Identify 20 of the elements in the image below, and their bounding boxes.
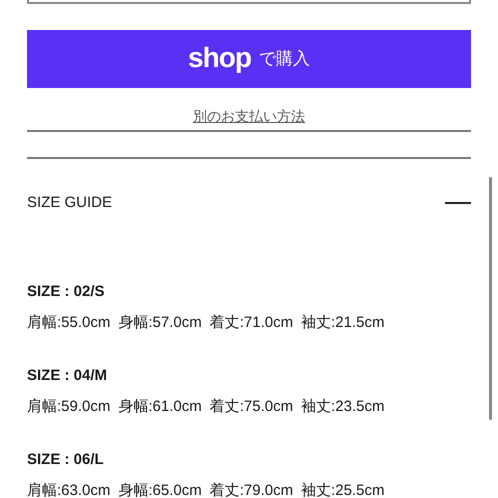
measurement: 身幅:65.0cm [118,481,202,498]
scrollbar[interactable] [489,177,492,420]
other-payment-link[interactable]: 別のお支払い方法 [193,106,305,127]
measurement: 袖丈:21.5cm [301,313,384,333]
measurement: 身幅:61.0cm [118,397,202,417]
measurement: 着丈:71.0cm [210,313,294,333]
size-heading: SIZE : 02/S [27,282,106,302]
section-title: SIZE GUIDE [27,193,112,213]
measurement: 袖丈:23.5cm [301,397,384,417]
measurement: 身幅:57.0cm [118,313,202,333]
measurement: 袖丈:25.5cm [301,481,384,498]
measurement: 肩幅:63.0cm [27,481,110,498]
measurement: 着丈:75.0cm [210,397,294,417]
measurement: 肩幅:55.0cm [27,313,110,333]
measurement: 肩幅:59.0cm [27,397,110,417]
shop-pay-button[interactable]: shop で購入 [27,30,471,88]
size-heading: SIZE : 04/M [27,366,108,386]
size-heading: SIZE : 06/L [27,450,105,470]
collapse-icon[interactable] [445,202,471,204]
measurement: 着丈:79.0cm [210,481,294,498]
